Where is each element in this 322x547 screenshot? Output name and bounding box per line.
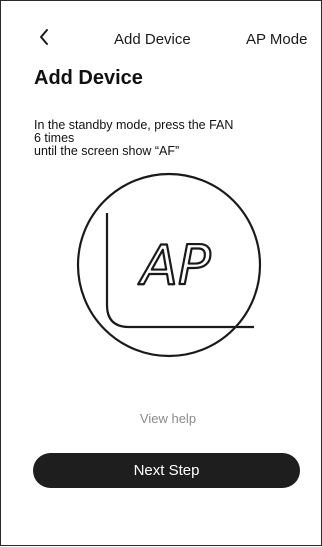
view-help-link[interactable]: View help [1, 411, 322, 426]
next-step-button[interactable]: Next Step [33, 453, 300, 488]
segment-display-text: AP [138, 234, 211, 297]
app-screen: Add Device AP Mode Add Device In the sta… [0, 0, 322, 546]
